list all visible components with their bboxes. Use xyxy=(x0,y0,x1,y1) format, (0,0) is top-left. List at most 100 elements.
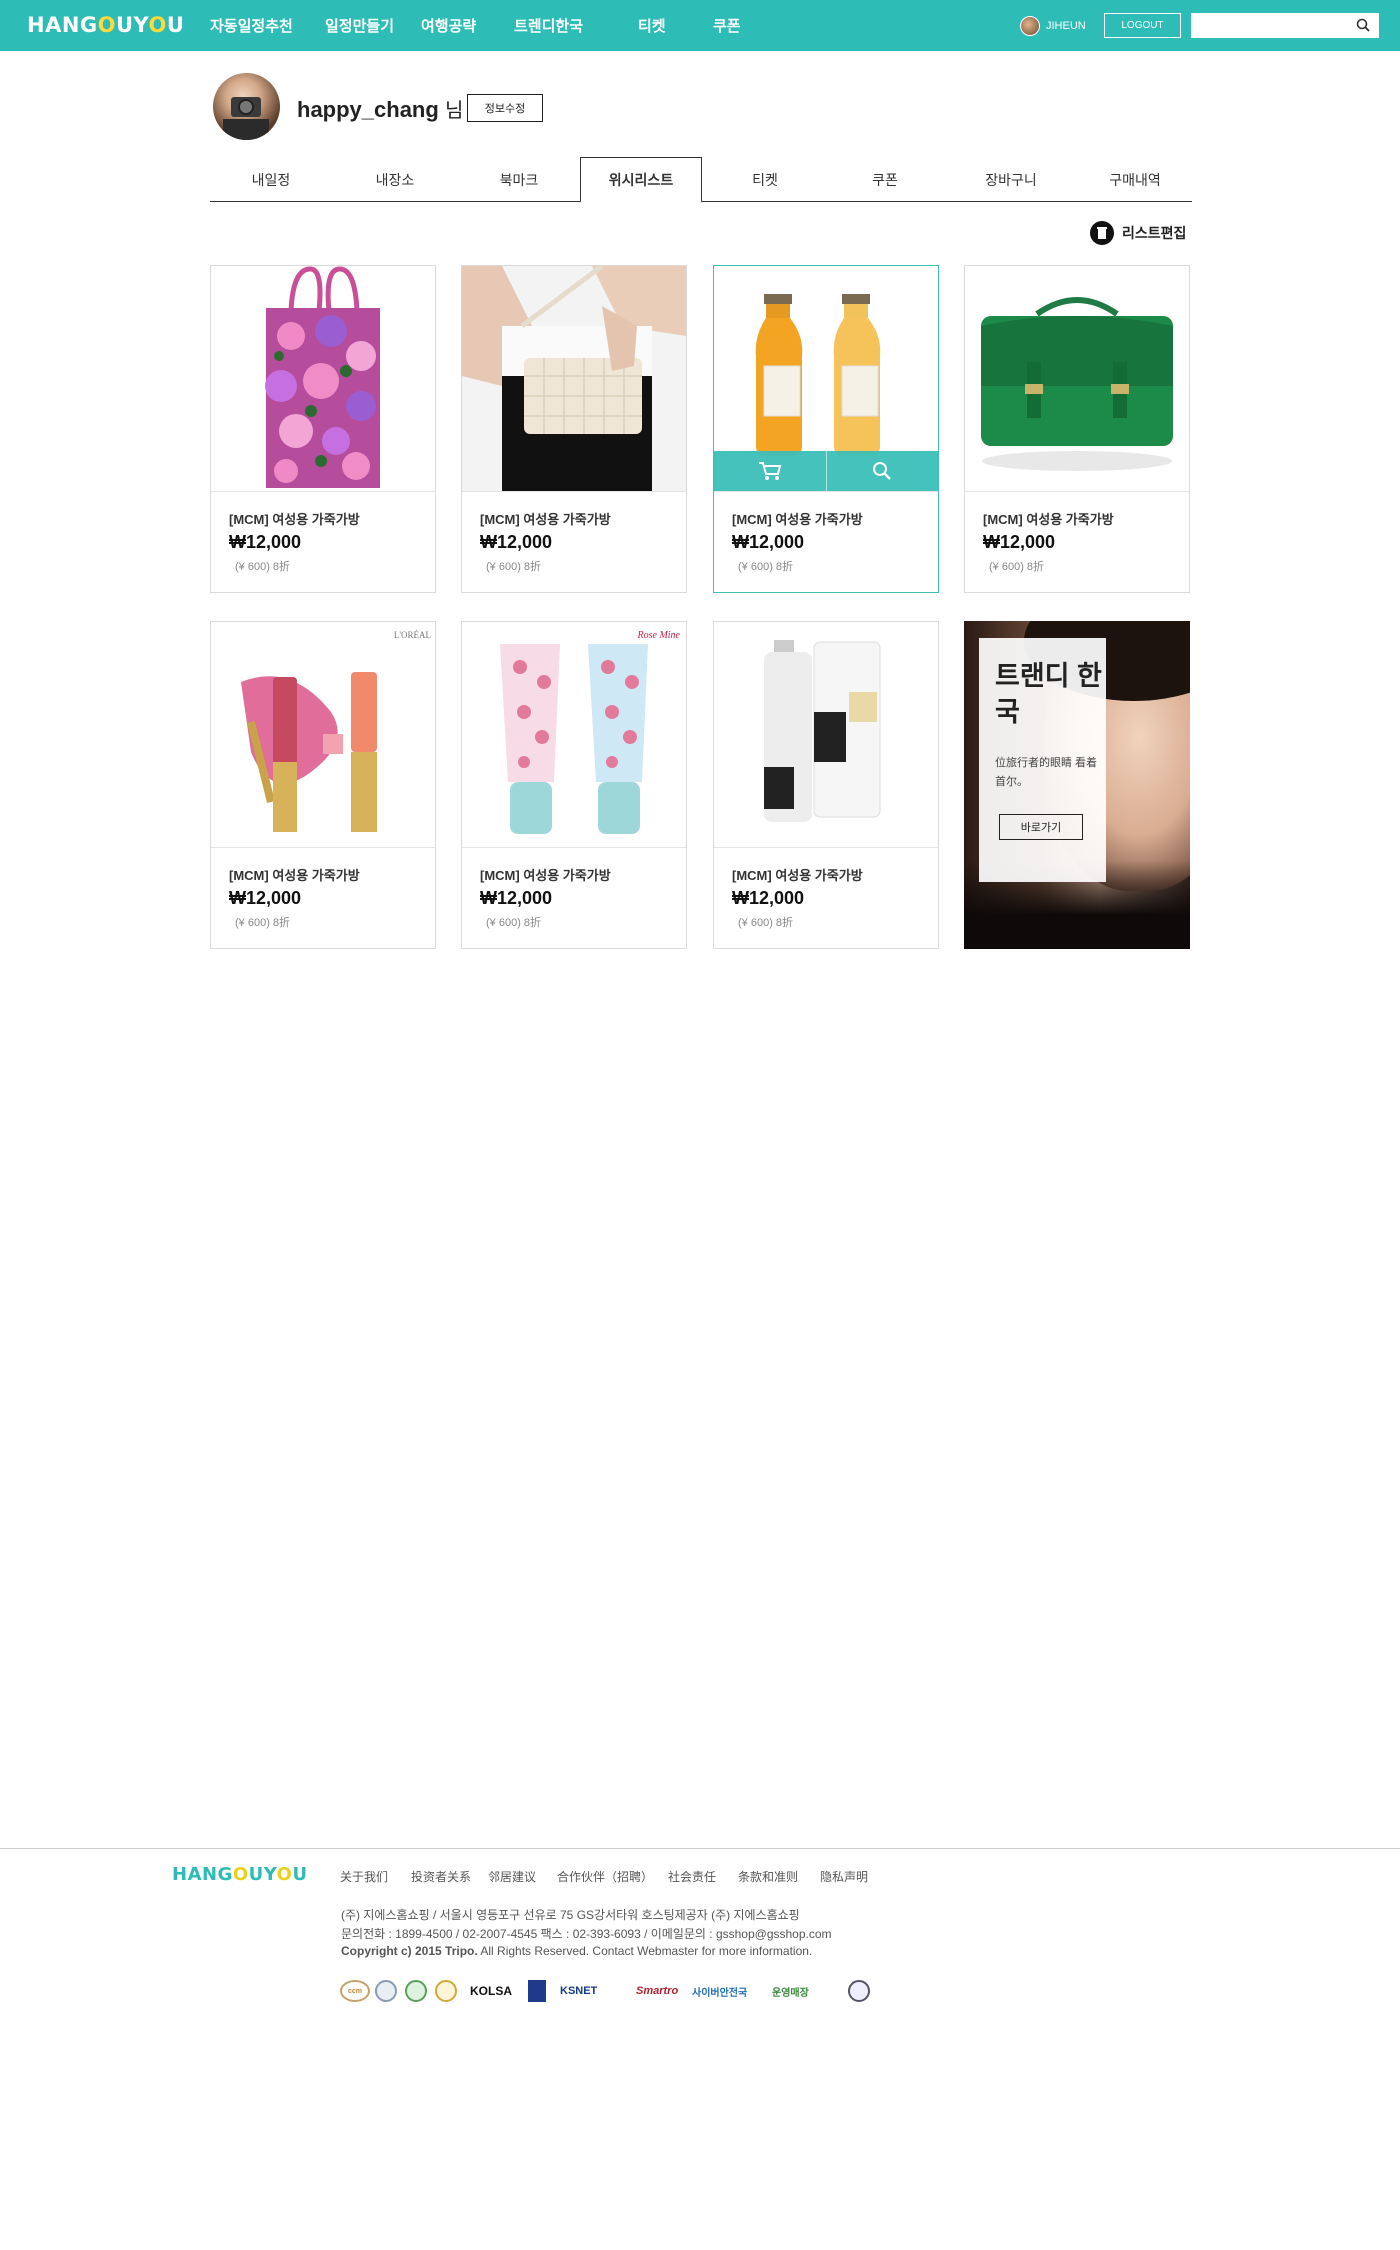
product-name[interactable]: [MCM] 여성용 가죽가방 xyxy=(480,865,611,884)
smartro-badge: Smartro xyxy=(636,1985,679,1997)
product-image-skincare-bottles xyxy=(714,622,938,847)
product-name[interactable]: [MCM] 여성용 가죽가방 xyxy=(229,509,360,528)
profile-avatar xyxy=(213,73,280,140)
logo-text: U xyxy=(292,1864,308,1885)
tab-wishlist[interactable]: 위시리스트 xyxy=(580,157,702,203)
logo-text: O xyxy=(97,13,116,37)
footer-link-suggestions[interactable]: 邻居建议 xyxy=(488,1868,536,1885)
product-name[interactable]: [MCM] 여성용 가죽가방 xyxy=(480,509,611,528)
product-price-sub: (¥ 600) 8折 xyxy=(235,561,291,573)
logo-text: UY xyxy=(248,1864,277,1885)
product-card[interactable]: [MCM] 여성용 가죽가방 ₩12,000 (¥ 600) 8折 xyxy=(713,265,939,593)
footer-link-terms[interactable]: 条款和准则 xyxy=(738,1868,798,1885)
search-icon[interactable] xyxy=(1355,17,1371,33)
banner-go-button[interactable]: 바로가기 xyxy=(999,814,1083,840)
brand-mark: Rose Mine xyxy=(637,630,681,641)
product-price: ₩12,000 xyxy=(983,532,1056,552)
nav-item-ticket[interactable]: 티켓 xyxy=(638,15,666,36)
product-card[interactable]: [MCM] 여성용 가죽가방 ₩12,000 (¥ 600) 8折 xyxy=(210,265,436,593)
user-avatar xyxy=(1020,16,1040,36)
cert-badge-icon xyxy=(405,1980,427,2002)
kolsa-badge: KOLSA xyxy=(470,1984,512,1998)
logo-text: O xyxy=(148,13,167,37)
user-name: JIHEUN xyxy=(1046,20,1086,32)
banner-title: 트랜디 한국 xyxy=(995,661,1102,727)
product-card[interactable]: L'ORÉAL [MCM] 여성용 가죽가방 ₩12,000 (¥ 600) 8… xyxy=(210,621,436,949)
edit-profile-button[interactable]: 정보수정 xyxy=(467,94,543,122)
footer-company-info: (주) 지에스홈쇼핑 / 서울시 영등포구 선유로 75 GS강서타워 호스팅제… xyxy=(341,1908,800,1922)
cert-badge-icon xyxy=(848,1980,870,2002)
top-navigation-bar: HANGOUYOU 자동일정추천 일정만들기 여행공략 트렌디한국 티켓 쿠폰 … xyxy=(0,0,1400,51)
certification-badges: ccm KOLSA KSNET Smartro 사이버안전국 운영매장 xyxy=(340,1980,870,2002)
search-input[interactable] xyxy=(1191,13,1379,38)
tab-my-places[interactable]: 내장소 xyxy=(334,157,456,202)
footer-logo[interactable]: HANGOUYOU xyxy=(172,1864,308,1885)
product-hover-actions xyxy=(714,451,938,491)
product-price-sub: (¥ 600) 8折 xyxy=(989,561,1045,573)
trendy-korea-banner[interactable]: 트랜디 한국 位旅行者的眼睛 看着首尔。 바로가기 xyxy=(964,621,1190,949)
product-name[interactable]: [MCM] 여성용 가죽가방 xyxy=(983,509,1114,528)
product-image-floral-tote-bag xyxy=(211,266,435,491)
product-price: ₩12,000 xyxy=(480,888,553,908)
product-card[interactable]: [MCM] 여성용 가죽가방 ₩12,000 (¥ 600) 8折 xyxy=(713,621,939,949)
ksnet-badge: KSNET xyxy=(560,1985,598,1997)
product-name[interactable]: [MCM] 여성용 가죽가방 xyxy=(229,865,360,884)
footer-link-partners[interactable]: 合作伙伴（招聘） xyxy=(557,1868,653,1885)
product-price: ₩12,000 xyxy=(229,532,302,552)
footer-link-about[interactable]: 关于我们 xyxy=(340,1868,388,1885)
nav-item-trendy-korea[interactable]: 트렌디한국 xyxy=(514,15,583,36)
mypage-tabs: 내일정 내장소 북마크 위시리스트 티켓 쿠폰 장바구니 구매내역 xyxy=(210,157,1192,203)
product-card[interactable]: [MCM] 여성용 가죽가방 ₩12,000 (¥ 600) 8折 xyxy=(461,265,687,593)
list-edit-label: 리스트편집 xyxy=(1122,225,1187,241)
footer-contact-info: 문의전화 : 1899-4500 / 02-2007-4545 팩스 : 02-… xyxy=(341,1927,832,1941)
product-name[interactable]: [MCM] 여성용 가죽가방 xyxy=(732,865,863,884)
nav-item-auto-schedule[interactable]: 자동일정추천 xyxy=(210,15,293,36)
logo-text: O xyxy=(276,1864,293,1885)
nav-item-travel-guide[interactable]: 여행공략 xyxy=(421,15,476,36)
logo-text: U xyxy=(166,13,185,37)
product-card[interactable]: Rose Mine [MCM] 여성용 가죽가방 ₩12,000 (¥ 600)… xyxy=(461,621,687,949)
product-card[interactable]: [MCM] 여성용 가죽가방 ₩12,000 (¥ 600) 8折 xyxy=(964,265,1190,593)
tab-purchase-history[interactable]: 구매내역 xyxy=(1074,157,1196,202)
product-price-sub: (¥ 600) 8折 xyxy=(486,561,542,573)
banner-text: 位旅行者的眼睛 看着首尔。 xyxy=(995,757,1098,788)
footer-link-investors[interactable]: 投资者关系 xyxy=(411,1868,471,1885)
nav-item-coupon[interactable]: 쿠폰 xyxy=(713,15,741,36)
footer-divider xyxy=(0,1848,1400,1849)
product-price: ₩12,000 xyxy=(229,888,302,908)
logout-button[interactable]: LOGOUT xyxy=(1104,13,1181,38)
product-image-quilted-shoulder-bag xyxy=(462,266,686,491)
product-name[interactable]: [MCM] 여성용 가죽가방 xyxy=(732,509,863,528)
tab-ticket[interactable]: 티켓 xyxy=(704,157,826,202)
product-price-sub: (¥ 600) 8折 xyxy=(486,917,542,929)
logo-text: HANG xyxy=(27,13,98,37)
store-operation-badge: 운영매장 xyxy=(772,1987,809,1999)
logo-text: O xyxy=(232,1864,249,1885)
product-image-floral-tubes: Rose Mine xyxy=(462,622,686,847)
nav-item-make-schedule[interactable]: 일정만들기 xyxy=(325,15,394,36)
brand-mark: L'ORÉAL xyxy=(394,630,431,640)
product-price: ₩12,000 xyxy=(732,532,805,552)
tab-my-schedule[interactable]: 내일정 xyxy=(210,157,332,202)
product-price-sub: (¥ 600) 8折 xyxy=(235,917,291,929)
footer-link-responsibility[interactable]: 社会责任 xyxy=(668,1868,716,1885)
ccm-badge: ccm xyxy=(340,1980,370,2002)
user-menu[interactable]: JIHEUN xyxy=(1020,16,1086,36)
cyber-safety-badge: 사이버안전국 xyxy=(692,1987,748,1999)
view-detail-button[interactable] xyxy=(827,451,939,491)
add-to-cart-button[interactable] xyxy=(714,451,826,491)
logo-text: UY xyxy=(116,13,149,37)
footer-copyright: Copyright c) 2015 Tripo. All Rights Rese… xyxy=(341,1944,813,1958)
tab-cart[interactable]: 장바구니 xyxy=(950,157,1072,202)
product-price-sub: (¥ 600) 8折 xyxy=(738,561,794,573)
cert-badge-icon xyxy=(435,1980,457,2002)
tab-bookmark[interactable]: 북마크 xyxy=(458,157,580,202)
logo-text: HANG xyxy=(172,1864,233,1885)
product-price: ₩12,000 xyxy=(732,888,805,908)
tab-coupon[interactable]: 쿠폰 xyxy=(824,157,946,202)
site-logo[interactable]: HANGOUYOU xyxy=(27,13,184,37)
profile-username: happy_chang 님 xyxy=(297,97,464,122)
list-edit-button[interactable]: 리스트편집 xyxy=(1090,221,1186,245)
footer-link-privacy[interactable]: 隐私声明 xyxy=(820,1868,868,1885)
cert-badge-icon xyxy=(375,1980,397,2002)
